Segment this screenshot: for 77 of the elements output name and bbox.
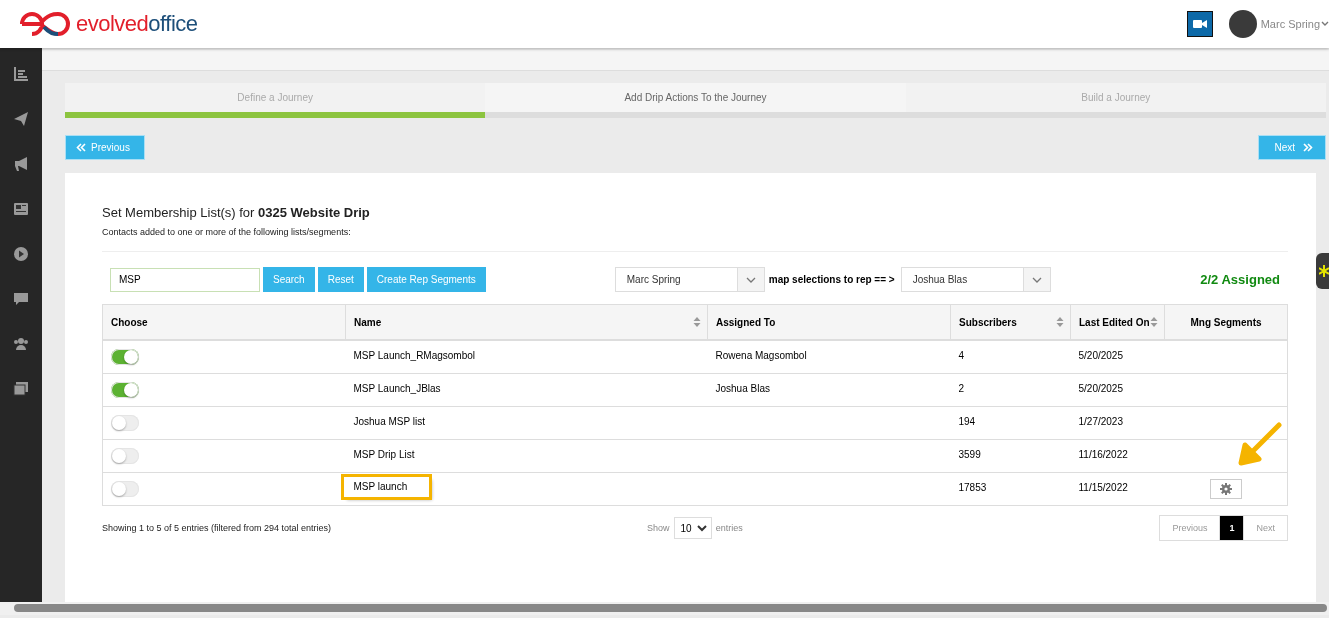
page-size-select[interactable]: 10 bbox=[673, 517, 712, 539]
horizontal-scrollbar[interactable] bbox=[0, 602, 1329, 615]
table-cell: MSP Drip List bbox=[353, 448, 415, 460]
play-icon bbox=[13, 246, 29, 262]
megaphone-icon bbox=[13, 156, 29, 172]
double-chevron-left-icon bbox=[76, 143, 86, 152]
chevron-down-icon bbox=[745, 276, 756, 283]
map-label: map selections to rep == > bbox=[768, 274, 895, 285]
table-cell: 3599 bbox=[958, 448, 981, 460]
create-rep-segments-button[interactable]: Create Rep Segments bbox=[366, 267, 486, 292]
table-cell: Joshua MSP list bbox=[353, 415, 425, 427]
toggle-switch[interactable] bbox=[111, 448, 139, 464]
entries-info: Showing 1 to 5 of 5 entries (filtered from 294 total entries) bbox=[102, 523, 333, 533]
chevron-down-icon bbox=[696, 524, 707, 532]
toggle-switch[interactable] bbox=[111, 481, 139, 497]
table-cell: MSP Launch_RMagsombol bbox=[353, 349, 476, 361]
column-header[interactable]: Last Edited On bbox=[1070, 304, 1165, 340]
video-call-button[interactable] bbox=[1186, 11, 1213, 37]
table-cell: Joshua Blas bbox=[715, 382, 770, 394]
table-cell: MSP Launch_JBlas bbox=[353, 382, 441, 394]
caret-icon bbox=[1321, 21, 1329, 27]
logo-wordmark: evolvedoffice bbox=[76, 11, 198, 37]
search-button[interactable]: Search bbox=[263, 267, 315, 292]
help-widget[interactable] bbox=[1316, 253, 1329, 289]
asterisk-icon bbox=[1319, 264, 1329, 278]
logo-icon bbox=[18, 10, 70, 38]
assigned-count: 2/2 Assigned bbox=[1200, 272, 1280, 287]
table-cell: 5/20/2025 bbox=[1078, 382, 1123, 394]
user-menu-button[interactable]: Marc Spring bbox=[1260, 18, 1329, 30]
double-chevron-right-icon bbox=[1303, 143, 1313, 152]
gear-icon bbox=[1219, 483, 1232, 495]
previous-button[interactable]: Previous bbox=[65, 135, 145, 160]
pointer-arrow-icon bbox=[1237, 421, 1283, 467]
table-cell: 194 bbox=[958, 415, 976, 427]
bar-chart-icon bbox=[13, 66, 29, 82]
table-cell: 17853 bbox=[958, 481, 987, 493]
table-cell: 4 bbox=[958, 349, 965, 361]
next-button[interactable]: Next bbox=[1258, 135, 1326, 160]
users-icon bbox=[13, 336, 29, 352]
reset-button[interactable]: Reset bbox=[317, 267, 364, 292]
sort-icon bbox=[1056, 316, 1064, 328]
toggle-switch[interactable] bbox=[111, 415, 139, 431]
column-header: Mng Segments bbox=[1164, 304, 1288, 340]
wizard-step[interactable]: Define a Journey bbox=[65, 83, 486, 118]
wizard-step[interactable]: Build a Journey bbox=[905, 83, 1326, 118]
column-header[interactable]: Name bbox=[345, 304, 708, 340]
toggle-switch[interactable] bbox=[111, 349, 139, 365]
chat-bubble-icon bbox=[13, 291, 29, 307]
heading-subtitle: Contacts added to one or more of the following lists/segments: bbox=[102, 227, 352, 237]
column-header[interactable]: Subscribers bbox=[950, 304, 1071, 340]
show-label: Show bbox=[647, 523, 670, 533]
page-heading: Set Membership List(s) for 0325 Website Drip bbox=[102, 205, 371, 220]
table-cell: 1/27/2023 bbox=[1078, 415, 1123, 427]
toggle-switch[interactable] bbox=[111, 382, 139, 398]
video-camera-icon bbox=[1192, 19, 1207, 29]
chevron-down-icon bbox=[1031, 276, 1042, 283]
column-header: Choose bbox=[102, 304, 346, 340]
images-icon bbox=[13, 381, 29, 397]
table-cell: 11/15/2022 bbox=[1078, 481, 1128, 493]
target-rep-select[interactable]: Joshua Blas bbox=[900, 267, 1051, 292]
sort-icon bbox=[1150, 316, 1158, 328]
table-cell: 2 bbox=[958, 382, 965, 394]
table-cell: 11/16/2022 bbox=[1078, 448, 1128, 460]
table-cell: MSP launch bbox=[343, 477, 430, 497]
search-field[interactable]: MSP bbox=[110, 267, 260, 292]
sort-icon bbox=[693, 316, 701, 328]
pagination-button[interactable]: 1 bbox=[1219, 516, 1244, 540]
entries-label: entries bbox=[715, 523, 743, 533]
rep-select[interactable]: Marc Spring bbox=[614, 267, 765, 292]
paper-plane-icon bbox=[13, 111, 29, 127]
avatar-circle bbox=[1228, 10, 1257, 38]
manage-segments-button[interactable] bbox=[1209, 479, 1242, 499]
newspaper-icon bbox=[13, 201, 29, 217]
wizard-step[interactable]: Add Drip Actions To the Journey bbox=[485, 83, 906, 118]
table-cell: Rowena Magsombol bbox=[715, 349, 807, 361]
column-header: Assigned To bbox=[707, 304, 951, 340]
table-cell: 5/20/2025 bbox=[1078, 349, 1123, 361]
